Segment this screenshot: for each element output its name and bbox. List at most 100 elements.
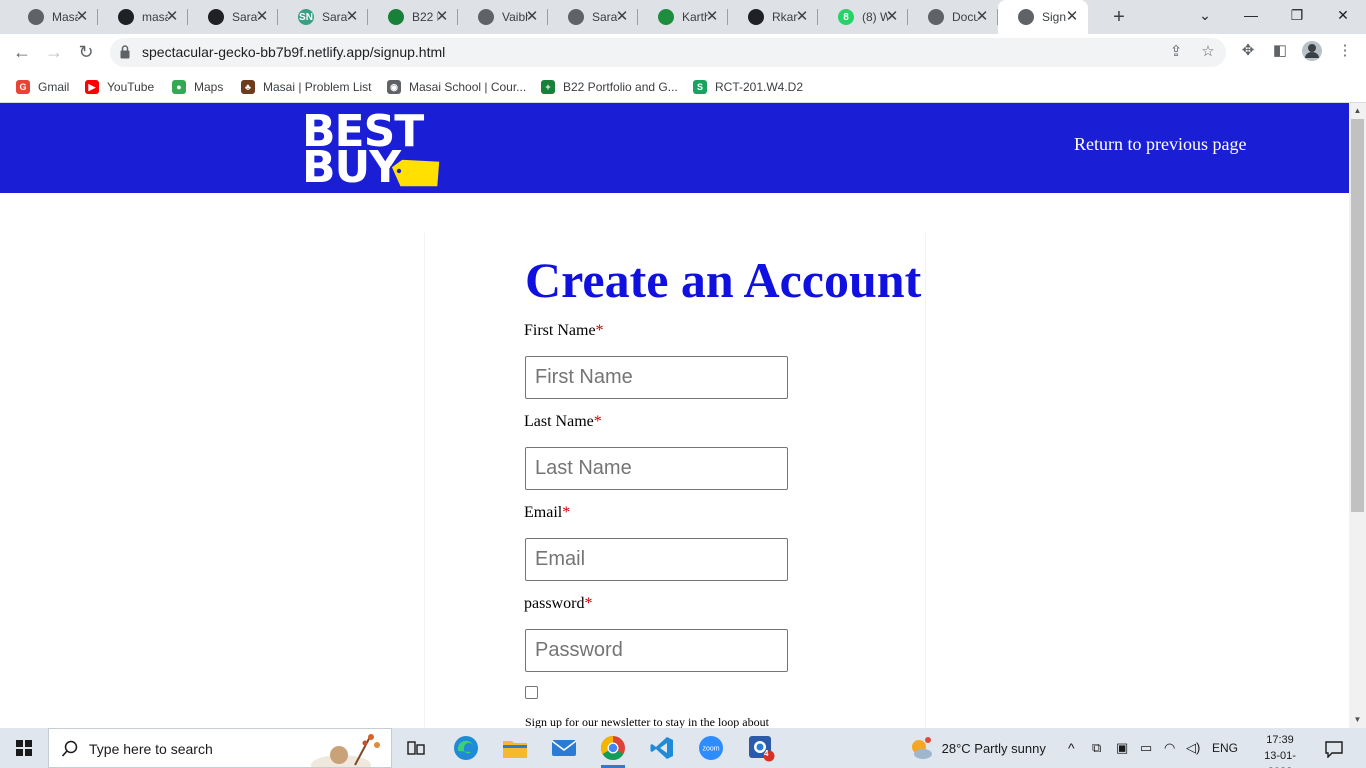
close-tab-icon[interactable]: ✕ [1064,9,1080,25]
best-buy-logo[interactable]: BEST BUY [302,110,442,190]
zoom-icon[interactable]: zoom [691,732,731,764]
vscode-icon[interactable] [642,732,682,764]
browser-tab[interactable]: Saravanan✕ [188,0,278,34]
bookmark-label: Masai School | Cour... [409,80,527,94]
globe-icon [928,9,944,25]
system-clock[interactable]: 17:39 13-01-2023 [1252,732,1308,768]
browser-tab[interactable]: Vaibhav✕ [458,0,548,34]
notification-badge-count: 4 [764,749,769,758]
pen-workspace-icon[interactable]: ▣ [1116,728,1128,768]
windows-start-button[interactable] [0,728,48,768]
meet-now-icon[interactable]: ⧉ [1092,728,1101,768]
address-bar[interactable]: spectacular-gecko-bb7b9f.netlify.app/sig… [110,38,1226,67]
browser-tab[interactable]: Document✕ [908,0,998,34]
close-tab-icon[interactable]: ✕ [344,9,360,25]
bookmark-label: YouTube [107,80,155,94]
browser-toolbar: ← → ↻ spectacular-gecko-bb7b9f.netlify.a… [0,34,1366,71]
browser-tab[interactable]: B22 Portfolio✕ [368,0,458,34]
bookmark-label: RCT-201.W4.D2 [715,80,804,94]
browser-tab[interactable]: Sign Up✕ [998,0,1088,34]
partly-sunny-icon [912,736,932,759]
github-icon [208,9,224,25]
masai-icon: ♣ [241,80,255,94]
browser-tab[interactable]: Karthik✕ [638,0,728,34]
browser-tab[interactable]: Rkarthik✕ [728,0,818,34]
chrome-app-icon[interactable]: 4 [741,732,781,764]
scrollbar-thumb[interactable] [1351,119,1364,512]
file-explorer-icon[interactable] [495,732,535,764]
battery-icon[interactable]: ▭ [1140,728,1152,768]
back-arrow-icon[interactable]: ← [10,41,34,65]
close-tab-icon[interactable]: ✕ [794,9,810,25]
svg-text:zoom: zoom [702,746,719,753]
side-panel-icon[interactable]: ◧ [1269,40,1291,62]
site-header: BEST BUY Return to previous page [0,103,1349,193]
forward-arrow-icon[interactable]: → [42,41,66,65]
notification-center-icon[interactable] [1324,728,1344,768]
language-indicator[interactable]: ENG [1212,728,1238,768]
bookmark-item[interactable]: ● Maps [172,77,223,97]
new-tab-button[interactable]: + [1107,6,1131,28]
close-tab-icon[interactable]: ✕ [704,9,720,25]
mail-icon[interactable] [544,732,584,764]
reload-icon[interactable]: ↻ [74,41,98,65]
bookmark-label: Masai | Problem List [263,80,372,94]
wifi-icon[interactable]: ◠ [1164,728,1175,768]
profile-avatar[interactable] [1301,40,1323,62]
close-tab-icon[interactable]: ✕ [974,9,990,25]
browser-tab[interactable]: 8(8) WhatsApp✕ [818,0,908,34]
scroll-down-arrow-icon[interactable]: ▼ [1352,715,1363,725]
scroll-up-arrow-icon[interactable]: ▲ [1352,106,1363,116]
close-window-button[interactable]: ✕ [1320,0,1366,34]
close-tab-icon[interactable]: ✕ [614,9,630,25]
price-tag-icon [390,158,441,188]
bookmark-item[interactable]: G Gmail [16,77,69,97]
bookmark-star-icon[interactable]: ☆ [1198,42,1218,62]
windows-logo-icon [16,740,32,756]
bookmark-item[interactable]: ▶ YouTube [85,77,154,97]
chrome-taskbar-icon[interactable] [593,732,633,768]
bookmarks-bar: G Gmail ▶ YouTube ● Maps ♣ Masai | Problem List… [0,71,1366,103]
email-field[interactable] [525,538,788,581]
newsletter-checkbox[interactable] [525,686,538,699]
browser-tab[interactable]: masai✕ [98,0,188,34]
tab-search-chevron-icon[interactable]: ⌄ [1182,0,1228,34]
search-placeholder: Type here to search [89,741,213,757]
bookmark-item[interactable]: ♣ Masai | Problem List [241,77,372,97]
browser-tab[interactable]: Saravanan✕ [548,0,638,34]
return-to-previous-link[interactable]: Return to previous page [1074,134,1246,155]
task-view-icon[interactable] [396,732,436,764]
page-scrollbar[interactable]: ▲ ▼ [1349,103,1366,728]
bookmark-item[interactable]: + B22 Portfolio and G... [541,77,678,97]
close-tab-icon[interactable]: ✕ [164,9,180,25]
required-asterisk: * [593,413,602,430]
taskbar-search-box[interactable]: Type here to search [48,728,392,768]
browser-tab[interactable]: SNSaravanan✕ [278,0,368,34]
last-name-field[interactable] [525,447,788,490]
close-tab-icon[interactable]: ✕ [434,9,450,25]
bookmark-item[interactable]: ◉ Masai School | Cour... [387,77,526,97]
bookmark-item[interactable]: S RCT-201.W4.D2 [693,77,803,97]
browser-tab[interactable]: Masai✕ [8,0,98,34]
password-field[interactable] [525,629,788,672]
edge-browser-icon[interactable] [446,732,486,764]
close-tab-icon[interactable]: ✕ [524,9,540,25]
extensions-puzzle-icon[interactable]: ✥ [1237,40,1259,62]
globe-icon [28,9,44,25]
chrome-menu-icon[interactable]: ⋮ [1334,40,1356,62]
share-icon[interactable]: ⇪ [1166,42,1186,62]
volume-icon[interactable]: ◁) [1186,728,1200,768]
password-label: password* [524,595,593,612]
close-tab-icon[interactable]: ✕ [254,9,270,25]
close-tab-icon[interactable]: ✕ [884,9,900,25]
tray-overflow-chevron-icon[interactable]: ^ [1068,728,1075,768]
weather-widget[interactable]: 28°C Partly sunny [908,728,1046,768]
url-text: spectacular-gecko-bb7b9f.netlify.app/sig… [142,44,446,60]
first-name-field[interactable] [525,356,788,399]
restore-button[interactable]: ❐ [1274,0,1320,34]
clock-time: 17:39 [1266,734,1294,746]
github-icon [118,9,134,25]
close-tab-icon[interactable]: ✕ [74,9,90,25]
bookmark-label: B22 Portfolio and G... [563,80,678,94]
minimize-button[interactable]: — [1228,0,1274,34]
